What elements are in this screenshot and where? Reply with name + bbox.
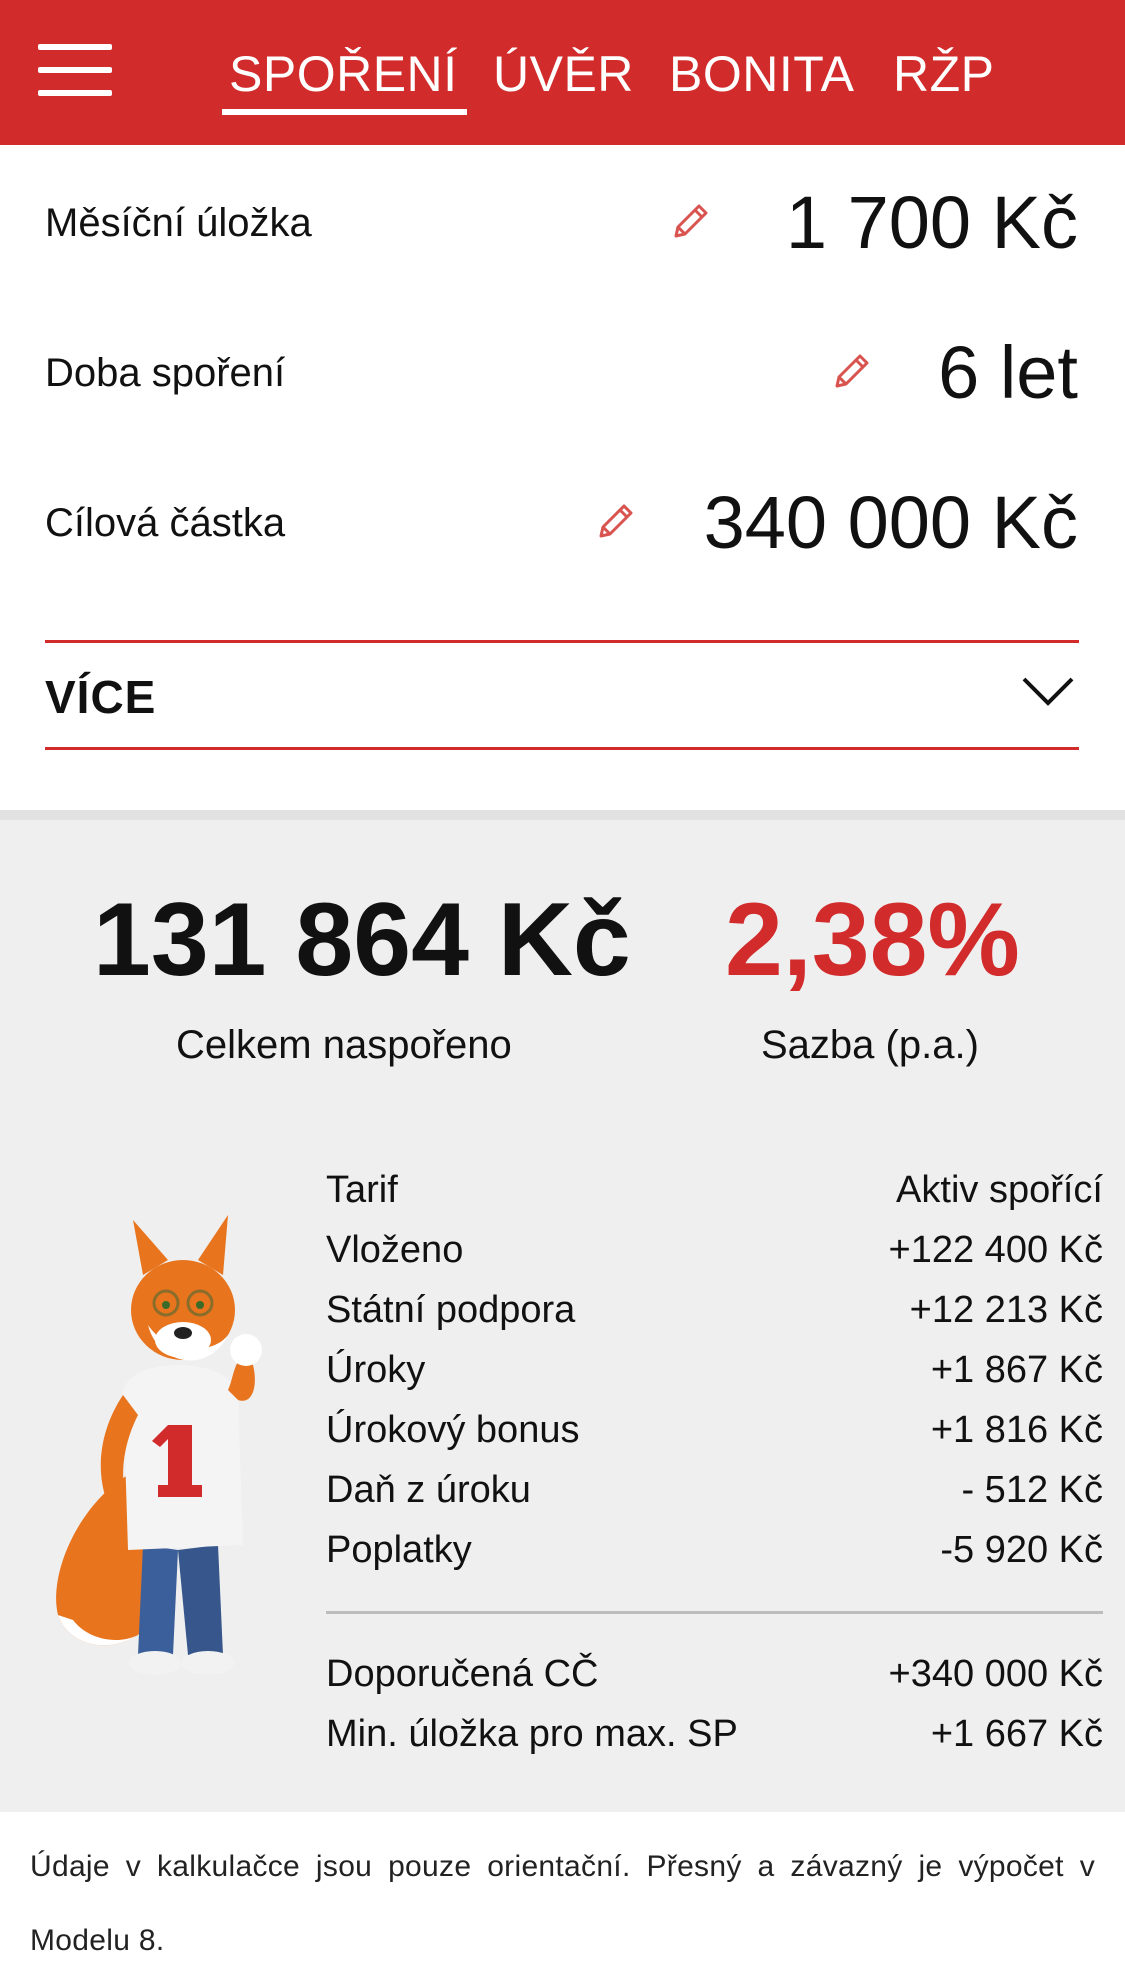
total-saved-value: 131 864 Kč bbox=[93, 882, 631, 998]
divider bbox=[326, 1611, 1103, 1614]
app-header: SPOŘENÍ ÚVĚR BONITA RŽP bbox=[0, 0, 1125, 145]
fox-mascot-image bbox=[56, 1215, 262, 1675]
detail-label: Vloženo bbox=[326, 1229, 464, 1271]
saving-period-row[interactable]: Doba spoření 6 let bbox=[0, 310, 1125, 440]
details-table: Tarif Aktiv spořící Vloženo +122 400 Kč … bbox=[326, 1160, 1103, 1580]
detail-value: +1 667 Kč bbox=[930, 1713, 1103, 1755]
hamburger-menu-icon[interactable] bbox=[38, 44, 112, 96]
detail-label: Doporučená CČ bbox=[326, 1653, 599, 1695]
target-amount-label: Cílová částka bbox=[45, 501, 286, 545]
detail-label: Úroky bbox=[326, 1349, 426, 1391]
detail-value: +340 000 Kč bbox=[888, 1653, 1103, 1695]
pencil-edit-icon[interactable] bbox=[829, 348, 875, 394]
detail-value: Aktiv spořící bbox=[896, 1169, 1103, 1211]
monthly-deposit-value[interactable]: 1 700 Kč bbox=[786, 178, 1078, 268]
detail-row-deposited: Vloženo +122 400 Kč bbox=[326, 1220, 1103, 1280]
tab-uver[interactable]: ÚVĚR bbox=[493, 44, 634, 114]
saving-period-value[interactable]: 6 let bbox=[938, 328, 1078, 418]
menu-bar bbox=[38, 67, 112, 73]
summary-table: Doporučená CČ +340 000 Kč Min. úložka pr… bbox=[326, 1644, 1103, 1764]
menu-bar bbox=[38, 90, 112, 96]
more-label: VÍCE bbox=[45, 671, 157, 723]
detail-label: Úrokový bonus bbox=[326, 1409, 580, 1451]
detail-row-min-deposit: Min. úložka pro max. SP +1 667 Kč bbox=[326, 1704, 1103, 1764]
detail-label: Min. úložka pro max. SP bbox=[326, 1713, 738, 1755]
tab-rzp[interactable]: RŽP bbox=[893, 44, 995, 114]
detail-row-state-support: Státní podpora +12 213 Kč bbox=[326, 1280, 1103, 1340]
detail-row-tariff: Tarif Aktiv spořící bbox=[326, 1160, 1103, 1220]
more-toggle[interactable]: VÍCE bbox=[45, 640, 1079, 750]
pencil-edit-icon[interactable] bbox=[593, 498, 639, 544]
chevron-down-icon[interactable] bbox=[1021, 675, 1075, 709]
target-amount-value[interactable]: 340 000 Kč bbox=[704, 478, 1078, 568]
disclaimer-text: Údaje v kalkulačce jsou pouze orientační… bbox=[30, 1850, 1095, 1957]
detail-row-recommended-amount: Doporučená CČ +340 000 Kč bbox=[326, 1644, 1103, 1704]
detail-row-interest: Úroky +1 867 Kč bbox=[326, 1340, 1103, 1400]
tab-sporeni[interactable]: SPOŘENÍ bbox=[222, 44, 467, 115]
detail-label: Tarif bbox=[326, 1169, 398, 1211]
tab-bonita[interactable]: BONITA bbox=[669, 44, 854, 114]
saving-period-label: Doba spoření bbox=[45, 351, 286, 395]
detail-label: Státní podpora bbox=[326, 1289, 576, 1331]
detail-row-interest-tax: Daň z úroku - 512 Kč bbox=[326, 1460, 1103, 1520]
detail-value: - 512 Kč bbox=[961, 1469, 1103, 1511]
detail-value: -5 920 Kč bbox=[940, 1529, 1103, 1571]
detail-value: +1 816 Kč bbox=[930, 1409, 1103, 1451]
total-saved-caption: Celkem naspořeno bbox=[176, 1023, 512, 1067]
detail-label: Daň z úroku bbox=[326, 1469, 531, 1511]
monthly-deposit-row[interactable]: Měsíční úložka 1 700 Kč bbox=[0, 160, 1125, 290]
detail-value: +122 400 Kč bbox=[888, 1229, 1103, 1271]
target-amount-row[interactable]: Cílová částka 340 000 Kč bbox=[0, 460, 1125, 590]
menu-bar bbox=[38, 44, 112, 50]
interest-rate-caption: Sazba (p.a.) bbox=[761, 1023, 979, 1067]
detail-value: +12 213 Kč bbox=[909, 1289, 1103, 1331]
monthly-deposit-label: Měsíční úložka bbox=[45, 201, 312, 245]
interest-rate-value: 2,38% bbox=[725, 882, 1020, 998]
detail-value: +1 867 Kč bbox=[930, 1349, 1103, 1391]
detail-label: Poplatky bbox=[326, 1529, 472, 1571]
detail-row-fees: Poplatky -5 920 Kč bbox=[326, 1520, 1103, 1580]
detail-row-interest-bonus: Úrokový bonus +1 816 Kč bbox=[326, 1400, 1103, 1460]
pencil-edit-icon[interactable] bbox=[668, 198, 714, 244]
